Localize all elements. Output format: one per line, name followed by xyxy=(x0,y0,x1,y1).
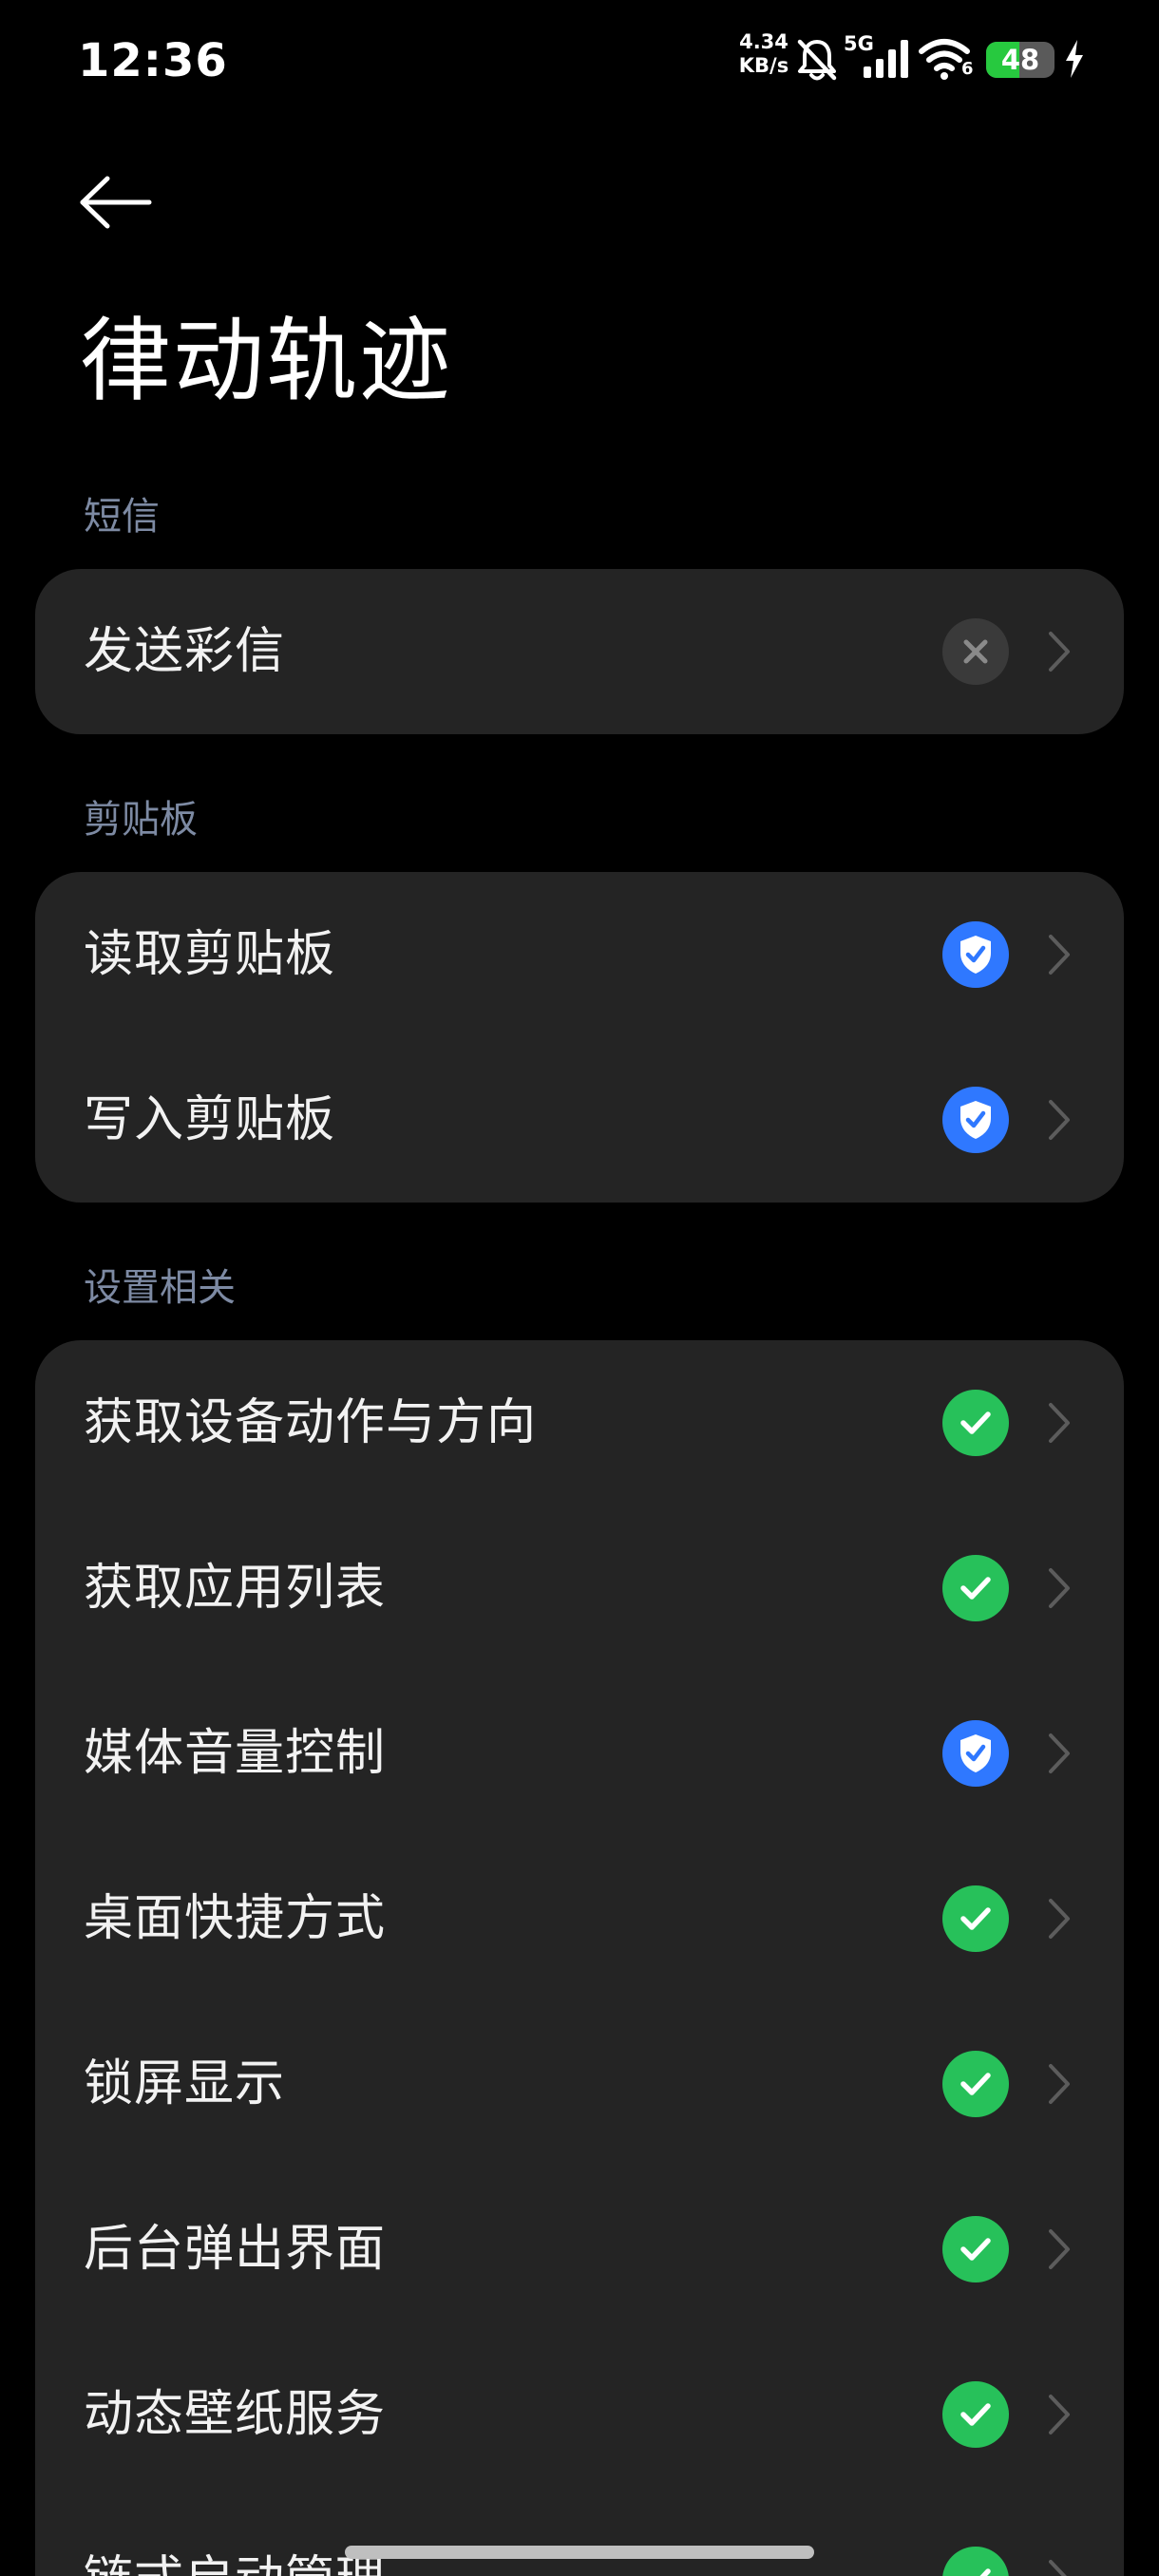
x-icon xyxy=(942,618,1009,685)
chevron-right-icon xyxy=(1045,628,1074,675)
home-indicator[interactable] xyxy=(345,2546,814,2559)
permission-label: 获取应用列表 xyxy=(84,1560,387,1617)
battery-level: 48 xyxy=(1000,44,1040,76)
chevron-right-icon xyxy=(1045,931,1074,978)
check-icon xyxy=(942,2547,1009,2576)
permission-row-device-motion[interactable]: 获取设备动作与方向 xyxy=(35,1340,1124,1506)
charging-icon xyxy=(1064,40,1085,82)
check-icon xyxy=(942,1885,1009,1952)
permission-label: 写入剪贴板 xyxy=(84,1091,336,1148)
permission-row-read-clipboard[interactable]: 读取剪贴板 xyxy=(35,872,1124,1037)
check-icon xyxy=(942,1555,1009,1621)
back-button[interactable] xyxy=(76,171,156,237)
battery-icon: 48 xyxy=(986,42,1054,78)
section-label-clipboard: 剪贴板 xyxy=(84,798,198,842)
check-icon xyxy=(942,2051,1009,2117)
permission-label: 后台弹出界面 xyxy=(84,2221,387,2278)
page-title: 律动轨迹 xyxy=(80,308,452,414)
check-icon xyxy=(942,1390,1009,1456)
check-icon xyxy=(942,2216,1009,2282)
network-speed-value: 4.34 xyxy=(739,30,788,53)
permission-label: 动态壁纸服务 xyxy=(84,2386,387,2443)
permission-row-write-clipboard[interactable]: 写入剪贴板 xyxy=(35,1037,1124,1203)
permission-label: 桌面快捷方式 xyxy=(84,1890,387,1947)
wifi-badge: 6 xyxy=(961,59,974,79)
permission-row-desktop-shortcut[interactable]: 桌面快捷方式 xyxy=(35,1836,1124,2001)
shield-check-icon xyxy=(942,1087,1009,1153)
chevron-right-icon xyxy=(1045,1564,1074,1612)
mute-bell-icon xyxy=(794,36,840,87)
chevron-right-icon xyxy=(1045,1730,1074,1777)
permission-row-send-mms[interactable]: 发送彩信 xyxy=(35,569,1124,734)
chevron-right-icon xyxy=(1045,2556,1074,2576)
chevron-right-icon xyxy=(1045,2060,1074,2108)
permission-row-live-wallpaper[interactable]: 动态壁纸服务 xyxy=(35,2332,1124,2497)
permission-row-lockscreen-display[interactable]: 锁屏显示 xyxy=(35,2001,1124,2167)
card-sms: 发送彩信 xyxy=(35,569,1124,734)
network-speed: 4.34 KB/s xyxy=(735,30,792,78)
permission-label: 媒体音量控制 xyxy=(84,1725,387,1782)
status-time: 12:36 xyxy=(78,34,228,87)
permission-row-chain-launch[interactable]: 链式启动管理 xyxy=(35,2497,1124,2576)
card-clipboard: 读取剪贴板 写入剪贴板 xyxy=(35,872,1124,1203)
check-icon xyxy=(942,2381,1009,2448)
chevron-right-icon xyxy=(1045,1096,1074,1144)
permission-label: 发送彩信 xyxy=(84,623,286,680)
chevron-right-icon xyxy=(1045,2391,1074,2438)
permission-row-media-volume[interactable]: 媒体音量控制 xyxy=(35,1671,1124,1836)
card-settings: 获取设备动作与方向 获取应用列表 媒体音量控制 桌面快捷方式 锁屏显示 后台弹出… xyxy=(35,1340,1124,2576)
section-label-sms: 短信 xyxy=(84,495,160,539)
shield-check-icon xyxy=(942,921,1009,988)
permission-row-app-list[interactable]: 获取应用列表 xyxy=(35,1506,1124,1671)
signal-icon xyxy=(863,40,910,82)
permission-label: 读取剪贴板 xyxy=(84,926,336,983)
chevron-right-icon xyxy=(1045,1399,1074,1447)
chevron-right-icon xyxy=(1045,2226,1074,2273)
shield-check-icon xyxy=(942,1720,1009,1787)
arrow-left-icon xyxy=(79,176,153,233)
permission-label: 获取设备动作与方向 xyxy=(84,1394,538,1451)
section-label-settings: 设置相关 xyxy=(84,1266,236,1310)
screen: 12:36 4.34 KB/s 5G 6 48 律动轨迹 短信 发送彩信 剪贴板… xyxy=(0,0,1159,2576)
permission-row-background-popup[interactable]: 后台弹出界面 xyxy=(35,2167,1124,2332)
network-speed-unit: KB/s xyxy=(738,54,789,77)
permission-label: 链式启动管理 xyxy=(84,2497,386,2576)
chevron-right-icon xyxy=(1045,1895,1074,1942)
permission-label: 锁屏显示 xyxy=(84,2055,286,2112)
status-bar: 12:36 4.34 KB/s 5G 6 48 xyxy=(0,0,1159,123)
